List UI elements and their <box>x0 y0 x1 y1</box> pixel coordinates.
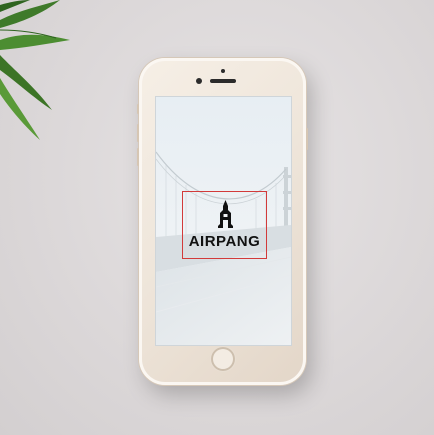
volume-down-button <box>137 148 139 166</box>
app-logo-text: AIRPANG <box>188 233 261 250</box>
app-logo-frame: AIRPANG <box>182 191 267 259</box>
side-button <box>137 104 139 114</box>
volume-up-button <box>137 124 139 142</box>
mockup-scene: AIRPANG <box>0 0 434 435</box>
home-button[interactable] <box>211 347 235 371</box>
a-letter-logo-icon <box>218 200 233 228</box>
power-button <box>306 128 308 150</box>
proximity-sensor <box>221 69 225 73</box>
front-camera-icon <box>196 78 202 84</box>
earpiece-speaker <box>210 79 236 83</box>
plant-leaves-icon <box>0 0 70 140</box>
